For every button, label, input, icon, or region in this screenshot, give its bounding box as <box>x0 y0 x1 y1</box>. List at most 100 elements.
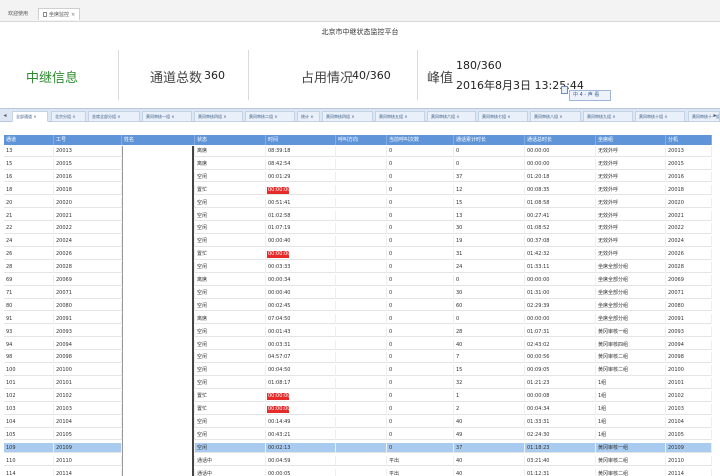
top-tab-seat-monitor[interactable]: 坐席监控 × <box>38 8 81 20</box>
table-cell <box>336 429 387 441</box>
table-cell: 00:14:49 <box>266 416 336 428</box>
table-row[interactable]: 114 20114 通话中 00:00:05 平出 40 01:12:31 黄冈审核二组 201… <box>4 468 712 476</box>
table-cell <box>336 352 387 364</box>
table-cell: 110 <box>4 455 54 467</box>
group-tab[interactable]: 坐席全部分组 × <box>88 111 140 122</box>
relay-info-label: 中继信息 <box>26 71 79 86</box>
group-tab[interactable]: 黄冈审核九组 × <box>583 111 633 122</box>
table-cell: 20105 <box>666 429 712 441</box>
scroll-left-icon[interactable]: ◂ <box>1 109 9 122</box>
table-cell: 26 <box>4 249 54 260</box>
table-cell: 空闲 <box>195 300 266 312</box>
column-header[interactable]: 当前呼叫次数 <box>387 135 454 145</box>
table-cell <box>336 300 387 312</box>
table-cell: 01:33:31 <box>525 416 596 428</box>
table-cell: 20018 <box>54 184 122 196</box>
column-header[interactable]: 分机 <box>666 135 712 145</box>
table-cell: 1 <box>454 391 525 402</box>
table-row[interactable]: 69 20069 离席 00:00:34 0 0 00:00:00 坐席全部分组 20069 <box>4 275 712 286</box>
column-header[interactable]: 姓名 <box>122 135 195 145</box>
table-cell: 20102 <box>54 391 122 402</box>
table-cell: 0 <box>454 275 525 286</box>
group-tab[interactable]: 北京分组 × <box>51 111 86 122</box>
table-cell: 1组 <box>596 391 666 402</box>
calendar-icon[interactable] <box>561 86 568 94</box>
table-cell: 00:02:13 <box>266 442 336 454</box>
table-row[interactable]: 102 20102 置忙 00:00:00 0 1 00:00:08 1组 20102 <box>4 391 712 402</box>
table-cell: 12 <box>454 184 525 196</box>
table-row[interactable]: 103 20103 置忙 00:00:00 0 2 00:04:34 1组 20103 <box>4 404 712 415</box>
table-cell: 21 <box>4 210 54 222</box>
table-cell <box>336 378 387 389</box>
table-row[interactable]: 110 20110 通话中 00:04:59 平出 40 03:21:40 黄冈审核二组 201… <box>4 455 712 467</box>
group-tab[interactable]: 全部通道 × <box>12 111 48 122</box>
table-cell <box>336 236 387 247</box>
group-tab[interactable]: 黄冈审核七组 × <box>478 111 528 122</box>
table-row[interactable]: 24 20024 空闲 00:00:40 0 19 00:37:08 无效外呼 20024 <box>4 236 712 247</box>
table-row[interactable]: 15 20015 离席 08:42:54 0 0 00:00:00 无效外呼 20015 <box>4 158 712 170</box>
table-cell: 20101 <box>54 378 122 389</box>
scroll-right-icon[interactable]: ▸ <box>711 109 719 122</box>
table-cell: 24 <box>454 262 525 273</box>
table-cell: 01:20:18 <box>525 171 596 183</box>
table-cell: 00:00:05 <box>266 468 336 476</box>
table-row[interactable]: 21 20021 空闲 01:02:58 0 13 00:27:41 无效外呼 20021 <box>4 210 712 222</box>
table-cell: 无效外呼 <box>596 158 666 170</box>
table-cell: 28 <box>4 262 54 273</box>
table-row[interactable]: 104 20104 空闲 00:14:49 0 40 01:33:31 1组 20104 <box>4 416 712 428</box>
table-row[interactable]: 94 20094 空闲 00:03:31 0 40 02:43:02 黄冈审核四组 20094 <box>4 339 712 351</box>
table-cell: 00:00:56 <box>525 352 596 364</box>
table-row[interactable]: 101 20101 空闲 01:08:17 0 32 01:21:23 1组 20101 <box>4 378 712 389</box>
close-icon[interactable]: × <box>71 12 75 18</box>
table-row[interactable]: 18 20018 置忙 00:00:00 0 12 00:08:35 无效外呼 20018 <box>4 184 712 196</box>
top-tab-label: 坐席监控 <box>49 12 70 18</box>
group-tab[interactable]: 黄冈审核八组 × <box>530 111 581 122</box>
table-row[interactable]: 91 20091 离席 07:04:50 0 0 00:00:00 坐席全部分组 20091 <box>4 313 712 325</box>
column-header[interactable]: 通话总时长 <box>525 135 596 145</box>
column-header[interactable]: 时间 <box>266 135 336 145</box>
table-cell: 20102 <box>666 391 712 402</box>
group-tab[interactable]: 黄冈审核四组 × <box>322 111 373 122</box>
group-tab[interactable]: 黄冈审核六组 × <box>427 111 476 122</box>
table-row[interactable]: 109 20109 空闲 00:02:13 0 37 01:18:23 黄冈审核一组 20109 <box>4 442 712 454</box>
column-header[interactable]: 呼叫方向 <box>336 135 387 145</box>
table-row[interactable]: 93 20093 空闲 00:01:43 0 28 01:07:31 黄冈审核一组 20093 <box>4 326 712 338</box>
column-header[interactable]: 通道 <box>4 135 54 145</box>
group-tab[interactable]: 黄冈审核一组 × <box>142 111 192 122</box>
table-cell: 坐席全部分组 <box>596 287 666 299</box>
group-tab[interactable]: 黄冈审核二组 × <box>245 111 295 122</box>
column-header[interactable]: 工号 <box>54 135 122 145</box>
table-row[interactable]: 22 20022 空闲 01:07:19 0 30 01:08:52 无效外呼 20022 <box>4 223 712 235</box>
table-cell: 71 <box>4 287 54 299</box>
group-tab[interactable]: 黄冈审核四组 × <box>194 111 243 122</box>
group-tab[interactable]: 黄冈审核五组 × <box>375 111 425 122</box>
table-cell: 08:39:18 <box>266 146 336 157</box>
column-header[interactable]: 状态 <box>195 135 266 145</box>
table-cell: 0 <box>387 378 454 389</box>
table-cell <box>336 158 387 170</box>
table-row[interactable]: 100 20100 空闲 00:04:50 0 15 00:09:05 黄冈审核二组 20100 <box>4 365 712 376</box>
table-cell: 20091 <box>666 313 712 325</box>
table-row[interactable]: 98 20098 空闲 04:57:07 0 7 00:00:56 黄冈审核二组 20098 <box>4 352 712 364</box>
group-tab[interactable]: 黄冈审核十组 × <box>635 111 685 122</box>
table-cell: 0 <box>387 146 454 157</box>
table-row[interactable]: 105 20105 空闲 00:43:21 0 49 02:24:30 1组 20105 <box>4 429 712 441</box>
table-row[interactable]: 16 20016 空闲 00:01:29 0 37 01:20:18 无效外呼 20016 <box>4 171 712 183</box>
table-cell: 15 <box>454 365 525 376</box>
group-tab[interactable]: 统计 × <box>297 111 320 122</box>
table-row[interactable]: 26 20026 置忙 00:00:00 0 31 01:42:32 无效外呼 20026 <box>4 249 712 260</box>
column-header[interactable]: 坐席组 <box>596 135 666 145</box>
table-row[interactable]: 28 20028 空闲 00:03:33 0 24 01:33:11 坐席全部分组 20028 <box>4 262 712 273</box>
top-tab-welcome[interactable]: 欢迎使用 <box>4 8 32 20</box>
table-cell: 20018 <box>666 184 712 196</box>
document-icon <box>43 12 47 17</box>
column-header[interactable]: 通话累计时长 <box>454 135 525 145</box>
table-cell: 空闲 <box>195 339 266 351</box>
table-row[interactable]: 13 20013 离席 08:39:18 0 0 00:00:00 无效外呼 20013 <box>4 146 712 157</box>
table-cell: 69 <box>4 275 54 286</box>
table-row[interactable]: 20 20020 空闲 00:51:41 0 15 01:08:58 无效外呼 20020 <box>4 197 712 209</box>
table-cell: 114 <box>4 468 54 476</box>
table-row[interactable]: 71 20071 空闲 00:00:40 0 30 01:31:00 坐席全部分组 20071 <box>4 287 712 299</box>
table-cell: 0 <box>387 184 454 196</box>
table-row[interactable]: 80 20080 空闲 00:02:45 0 60 02:29:39 坐席全部分组 20080 <box>4 300 712 312</box>
